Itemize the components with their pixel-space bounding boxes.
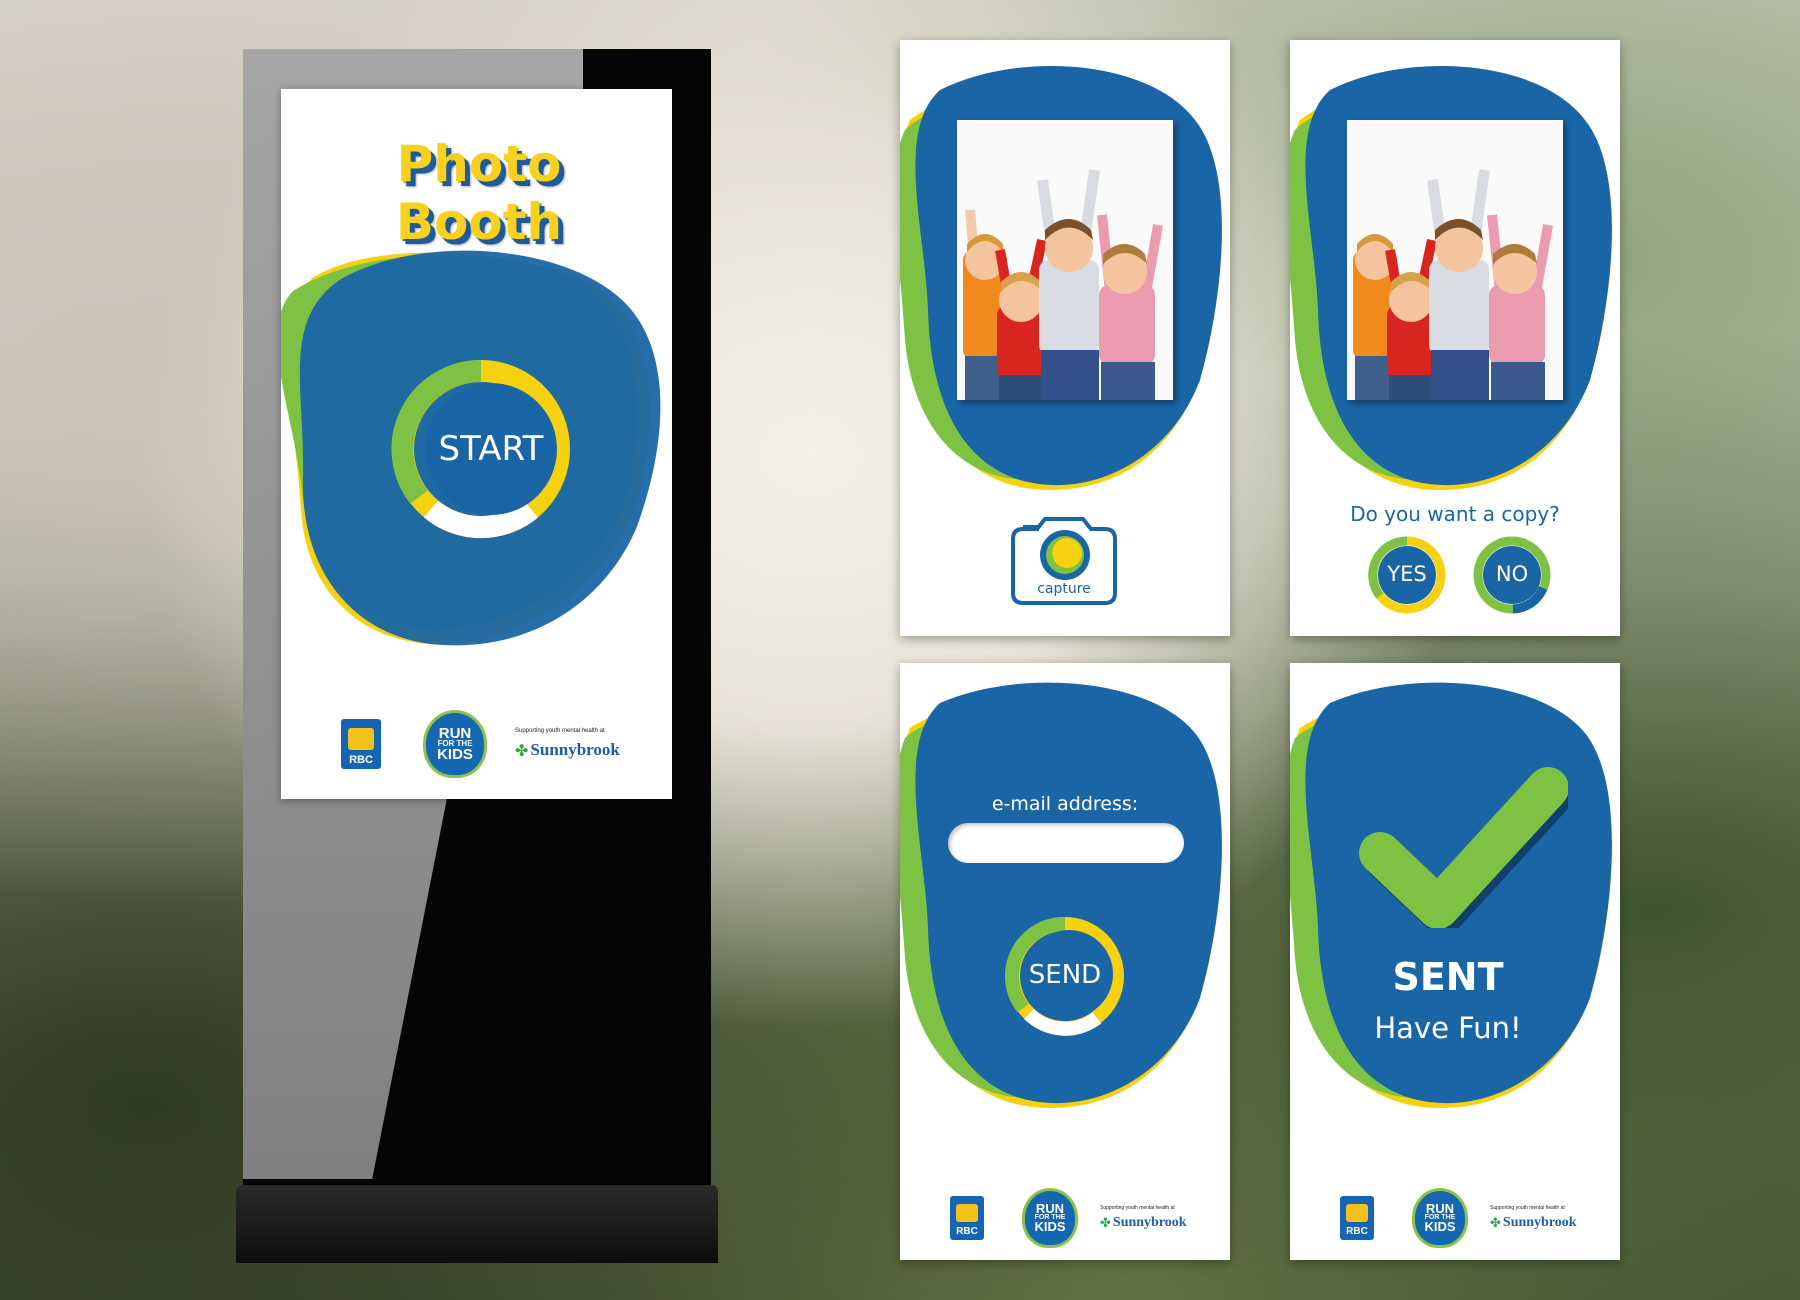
sent-screen: SENT Have Fun! RBC RUN FOR THE KIDS Suppor… (1290, 663, 1620, 1260)
no-label: NO (1495, 562, 1529, 586)
checkmark-icon (1358, 758, 1574, 935)
copy-question: Do you want a copy? (1350, 502, 1560, 526)
leaf-icon: ✤ (515, 740, 529, 760)
capture-screen: capture (900, 40, 1230, 636)
page-title: Photo Booth (316, 137, 646, 253)
leaf-icon: ✤ (1100, 1215, 1111, 1231)
send-button[interactable]: SEND (1004, 916, 1125, 1036)
photo-preview (957, 120, 1173, 400)
rbc-logo: RBC (1340, 1196, 1374, 1240)
sunnybrook-logo: Supporting youth mental health at ✤ Sunn… (1490, 1205, 1577, 1231)
sponsor-logos: RBC RUN FOR THE KIDS Supporting youth ment… (1340, 1188, 1620, 1248)
leaf-icon: ✤ (1490, 1215, 1501, 1231)
photo-preview (1347, 120, 1563, 400)
run-for-the-kids-logo: RUN FOR THE KIDS (423, 710, 487, 778)
sponsor-logos: RBC RUN FOR THE KIDS Supporting youth ment… (341, 709, 651, 779)
kids-photo (957, 120, 1173, 400)
email-blob (900, 678, 1230, 1118)
rbc-logo: RBC (341, 719, 381, 769)
email-field[interactable] (948, 823, 1184, 863)
email-screen: e-mail address: SEND RBC RUN FOR THE KIDS … (900, 663, 1230, 1260)
lion-icon (1346, 1204, 1368, 1222)
rbc-logo: RBC (950, 1196, 984, 1240)
sent-label: SENT (1392, 955, 1504, 999)
start-label: START (438, 429, 544, 469)
sponsor-logos: RBC RUN FOR THE KIDS Supporting youth ment… (950, 1188, 1230, 1248)
email-label: e-mail address: (991, 793, 1139, 815)
lion-icon (348, 728, 374, 750)
send-label: SEND (1028, 960, 1102, 990)
no-button[interactable]: NO (1473, 536, 1551, 614)
kiosk-base (236, 1185, 718, 1263)
capture-label: capture (1037, 581, 1091, 597)
kids-photo (1347, 120, 1563, 400)
capture-button[interactable]: capture (1007, 513, 1121, 607)
run-for-the-kids-logo: RUN FOR THE KIDS (1412, 1188, 1468, 1248)
copy-screen: Do you want a copy? YES NO (1290, 40, 1620, 636)
kiosk-screen: Photo Booth START RBC RUN FOR THE KIDS Sup… (281, 89, 672, 799)
run-for-the-kids-logo: RUN FOR THE KIDS (1022, 1188, 1078, 1248)
yes-label: YES (1387, 562, 1427, 586)
sunnybrook-logo: Supporting youth mental health at ✤ Sunn… (1100, 1205, 1187, 1231)
fun-label: Have Fun! (1374, 1011, 1522, 1045)
start-button[interactable]: START (391, 359, 571, 539)
sunnybrook-logo: Supporting youth mental health at ✤ Sunn… (515, 728, 620, 760)
yes-button[interactable]: YES (1368, 536, 1446, 614)
lion-icon (956, 1204, 978, 1222)
